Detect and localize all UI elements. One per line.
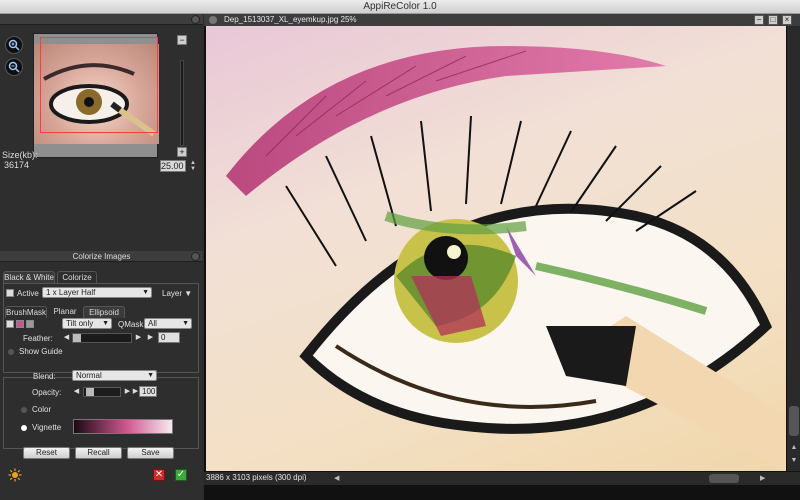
image-window: Dep_1513037_XL_eyemkup.jpg 25% − □ × ▲ ▼…	[204, 14, 800, 500]
colorize-section-title: Colorize Images	[72, 252, 131, 261]
zoom-plus-button[interactable]: +	[177, 147, 187, 157]
tilt-select-value: Tilt only	[66, 319, 94, 328]
subtab-planar[interactable]: Planar	[49, 306, 81, 318]
chevron-down-icon: ▼	[182, 320, 189, 327]
horizontal-scrollbar[interactable]: 3886 x 3103 pixels (300 dpi) ◀ ▶	[204, 471, 800, 485]
subtab-brushmask[interactable]: BrushMask	[5, 306, 47, 318]
size-label: Size(kb):	[2, 150, 38, 160]
opacity-value-field[interactable]: 100	[139, 386, 157, 397]
layer-select-value: 1 x Layer Half	[46, 288, 96, 297]
zoom-out-button[interactable]	[5, 58, 23, 76]
image-canvas[interactable]	[206, 26, 786, 471]
zoom-in-icon	[8, 39, 20, 51]
feather-label: Feather:	[23, 334, 53, 343]
eye-makeup-image	[226, 46, 786, 471]
subtab-ellipsoid[interactable]: Ellipsoid	[83, 306, 125, 318]
app-title: AppiReColor 1.0	[363, 1, 437, 12]
zoom-in-button[interactable]	[5, 36, 23, 54]
title-bar: AppiReColor 1.0	[0, 0, 800, 14]
feather-step-button[interactable]: ▶	[146, 333, 155, 342]
tab-colorize[interactable]: Colorize	[57, 271, 97, 283]
image-info: 3886 x 3103 pixels (300 dpi)	[206, 473, 307, 482]
blend-label: Blend:	[33, 372, 56, 381]
image-window-titlebar: Dep_1513037_XL_eyemkup.jpg 25% − □ ×	[204, 14, 800, 26]
vertical-scroll-thumb[interactable]	[789, 406, 799, 436]
zoom-stepper[interactable]: ▲ ▼	[190, 160, 198, 172]
opacity-decrease-button[interactable]: ◀	[72, 387, 81, 396]
minimize-button[interactable]: −	[754, 15, 764, 25]
zoom-minus-button[interactable]: −	[177, 35, 187, 45]
navigator-preview[interactable]	[33, 33, 159, 158]
navigator-panel-bar	[0, 14, 203, 25]
tilt-select[interactable]: Tilt only ▼	[62, 318, 112, 329]
chevron-down-icon: ▼	[147, 372, 154, 379]
zoom-out-icon	[8, 61, 20, 73]
size-value: 36174	[4, 160, 30, 170]
scroll-down-icon[interactable]: ▼	[789, 457, 799, 467]
opacity-label: Opacity:	[32, 388, 62, 397]
qmask-label: QMask:	[118, 320, 146, 329]
reset-button[interactable]: Reset	[23, 447, 70, 459]
feather-slider-knob[interactable]	[73, 334, 81, 342]
maximize-button[interactable]: □	[768, 15, 778, 25]
image-window-title: Dep_1513037_XL_eyemkup.jpg 25%	[224, 15, 357, 24]
vignette-label: Vignette	[32, 423, 62, 432]
vignette-gradient-swatch[interactable]	[73, 419, 173, 434]
brush-mode-checkbox[interactable]	[6, 320, 14, 328]
show-guide-toggle[interactable]	[8, 349, 14, 355]
vignette-radio[interactable]	[21, 425, 27, 431]
sun-icon[interactable]	[8, 468, 22, 482]
active-checkbox[interactable]	[6, 289, 14, 297]
cancel-icon[interactable]: ✕	[153, 469, 165, 481]
panel-options-icon[interactable]	[191, 15, 200, 24]
layer-button-label: Layer	[162, 289, 183, 298]
close-button[interactable]: ×	[782, 15, 792, 25]
color-radio[interactable]	[21, 407, 27, 413]
eraser-icon[interactable]	[26, 320, 34, 328]
horizontal-scroll-thumb[interactable]	[709, 474, 739, 483]
left-panel: − + Size(kb): 36174 25.00 ▲ ▼ Colorize Im…	[0, 14, 203, 500]
vertical-scrollbar[interactable]: ▲ ▼	[786, 26, 800, 471]
window-dot-icon	[209, 16, 217, 24]
brush-color-swatch[interactable]	[16, 320, 24, 328]
blend-select[interactable]: Normal ▼	[72, 370, 157, 381]
scroll-up-icon[interactable]: ▲	[789, 444, 799, 454]
qmask-select-value: All	[148, 319, 157, 328]
chevron-down-icon: ▼	[142, 289, 149, 296]
color-label: Color	[32, 405, 52, 414]
feather-slider[interactable]	[72, 333, 132, 343]
feather-value-field[interactable]: 0	[158, 332, 180, 343]
tab-black-white[interactable]: Black & White	[3, 271, 55, 283]
show-guide-label: Show Guide	[19, 347, 63, 356]
chevron-down-icon: ▼	[102, 320, 109, 327]
qmask-select[interactable]: All ▼	[144, 318, 192, 329]
opacity-slider-knob[interactable]	[86, 388, 94, 396]
viewport-rectangle[interactable]	[40, 37, 158, 133]
layer-select[interactable]: 1 x Layer Half ▼	[42, 287, 152, 298]
confirm-icon[interactable]: ✓	[175, 469, 187, 481]
zoom-slider[interactable]	[175, 48, 189, 156]
scroll-left-icon[interactable]: ◀	[334, 474, 342, 484]
recall-button[interactable]: Recall	[75, 447, 122, 459]
zoom-value-field[interactable]: 25.00	[160, 160, 186, 172]
opacity-slider[interactable]	[83, 387, 121, 397]
save-button[interactable]: Save	[127, 447, 174, 459]
feather-increase-button[interactable]: ▶	[134, 333, 143, 342]
feather-decrease-button[interactable]: ◀	[62, 333, 71, 342]
blend-select-value: Normal	[76, 371, 102, 380]
scroll-right-icon[interactable]: ▶	[760, 474, 768, 484]
zoom-slider-track[interactable]	[180, 60, 184, 146]
layer-button[interactable]: Layer ▼	[162, 289, 192, 298]
active-label: Active	[17, 289, 39, 298]
